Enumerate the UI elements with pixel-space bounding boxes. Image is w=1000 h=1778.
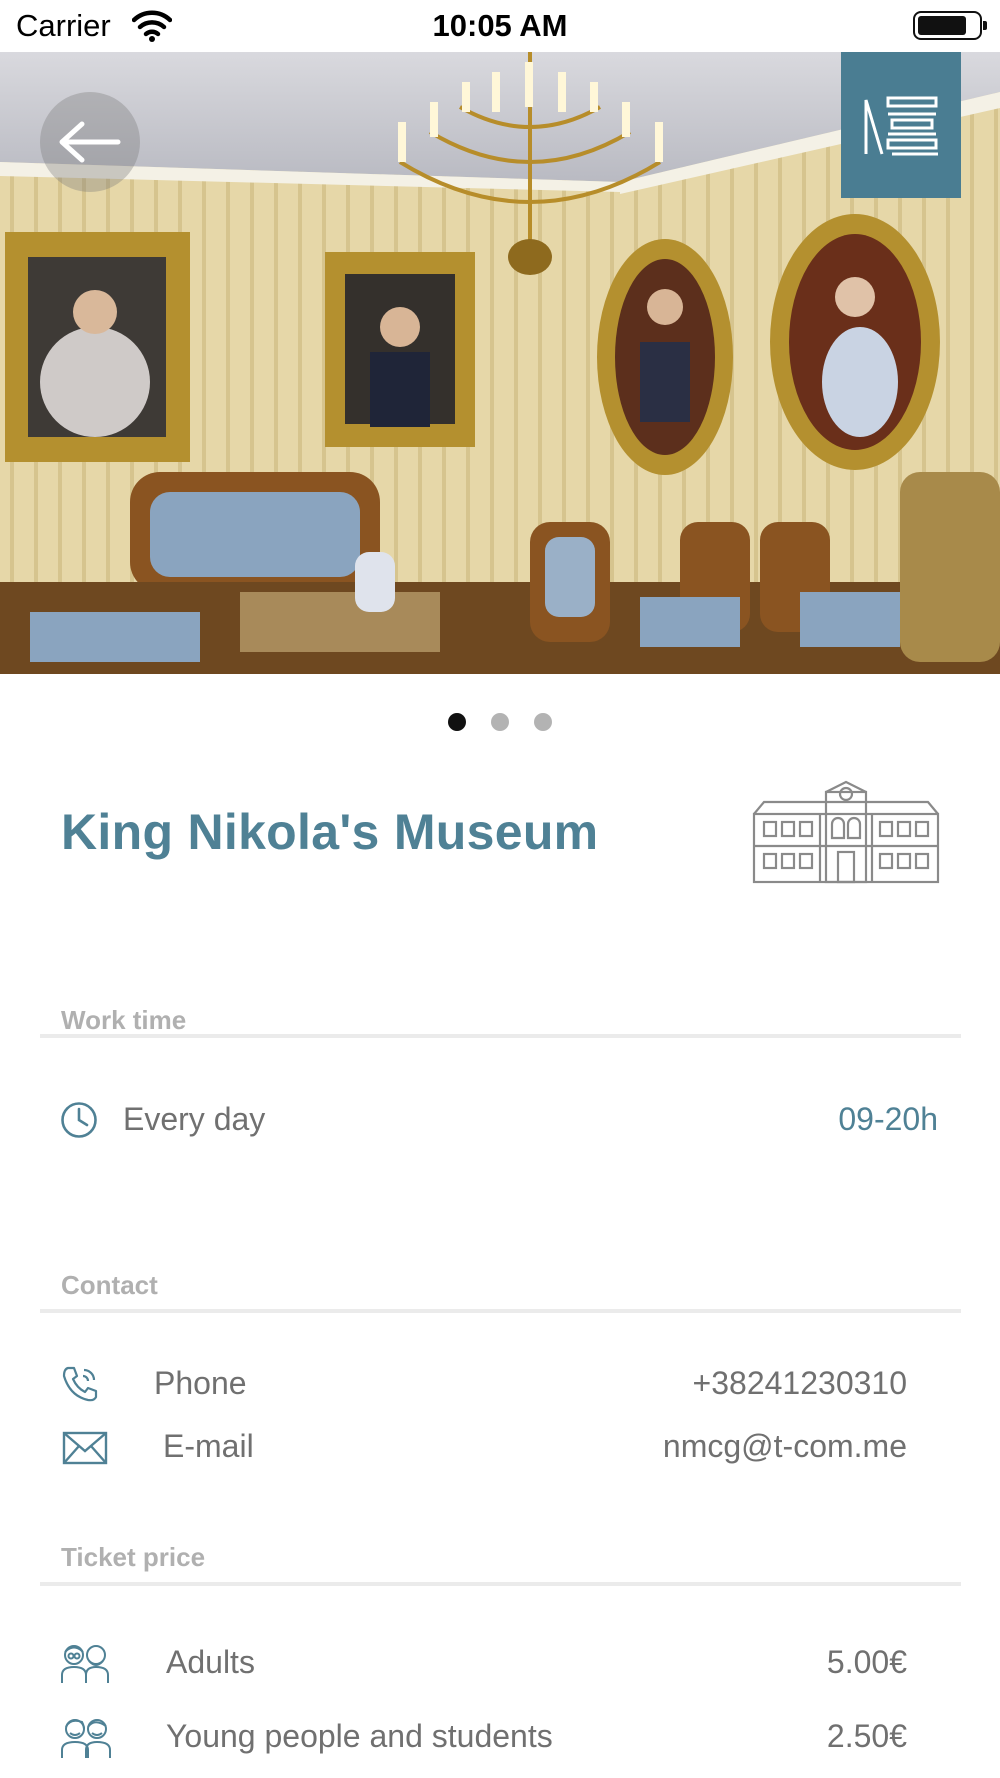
status-time: 10:05 AM (432, 8, 568, 43)
ticket-price-students: 2.50€ (826, 1718, 907, 1754)
ticket-price-adults: 5.00€ (826, 1644, 907, 1680)
ticket-price-section-label: Ticket price (61, 1542, 206, 1572)
ticket-label-adults: Adults (166, 1644, 255, 1680)
email-value[interactable]: nmcg@t-com.me (663, 1428, 907, 1465)
pagination-dot[interactable] (448, 713, 466, 731)
phone-icon (62, 1366, 98, 1402)
work-time-divider (40, 1034, 961, 1038)
contact-section-label: Contact (61, 1270, 158, 1300)
museum-building-icon (752, 780, 940, 884)
status-bar: Carrier 10:05 AM (0, 0, 1000, 52)
envelope-icon (62, 1431, 108, 1465)
gallery-pagination (0, 713, 1000, 731)
page-title: King Nikola's Museum (61, 804, 599, 860)
museum-logo-icon (864, 96, 938, 156)
phone-label: Phone (154, 1365, 247, 1401)
adults-icon (61, 1645, 109, 1683)
work-hours-value: 09-20h (838, 1101, 938, 1137)
battery-icon (913, 11, 987, 40)
work-day-label: Every day (123, 1101, 266, 1137)
museum-logo-tile (841, 52, 961, 198)
arrow-left-icon (59, 121, 121, 163)
contact-divider (40, 1309, 961, 1313)
clock-icon (61, 1102, 97, 1138)
phone-value[interactable]: +38241230310 (693, 1365, 907, 1402)
students-icon (61, 1719, 111, 1758)
pagination-dot[interactable] (491, 713, 509, 731)
photo-gallery[interactable] (0, 52, 1000, 674)
back-button[interactable] (40, 92, 140, 192)
work-time-section-label: Work time (61, 1005, 187, 1035)
ticket-price-divider (40, 1582, 961, 1586)
ticket-label-students: Young people and students (166, 1718, 553, 1754)
pagination-dot[interactable] (534, 713, 552, 731)
email-label: E-mail (163, 1428, 254, 1464)
